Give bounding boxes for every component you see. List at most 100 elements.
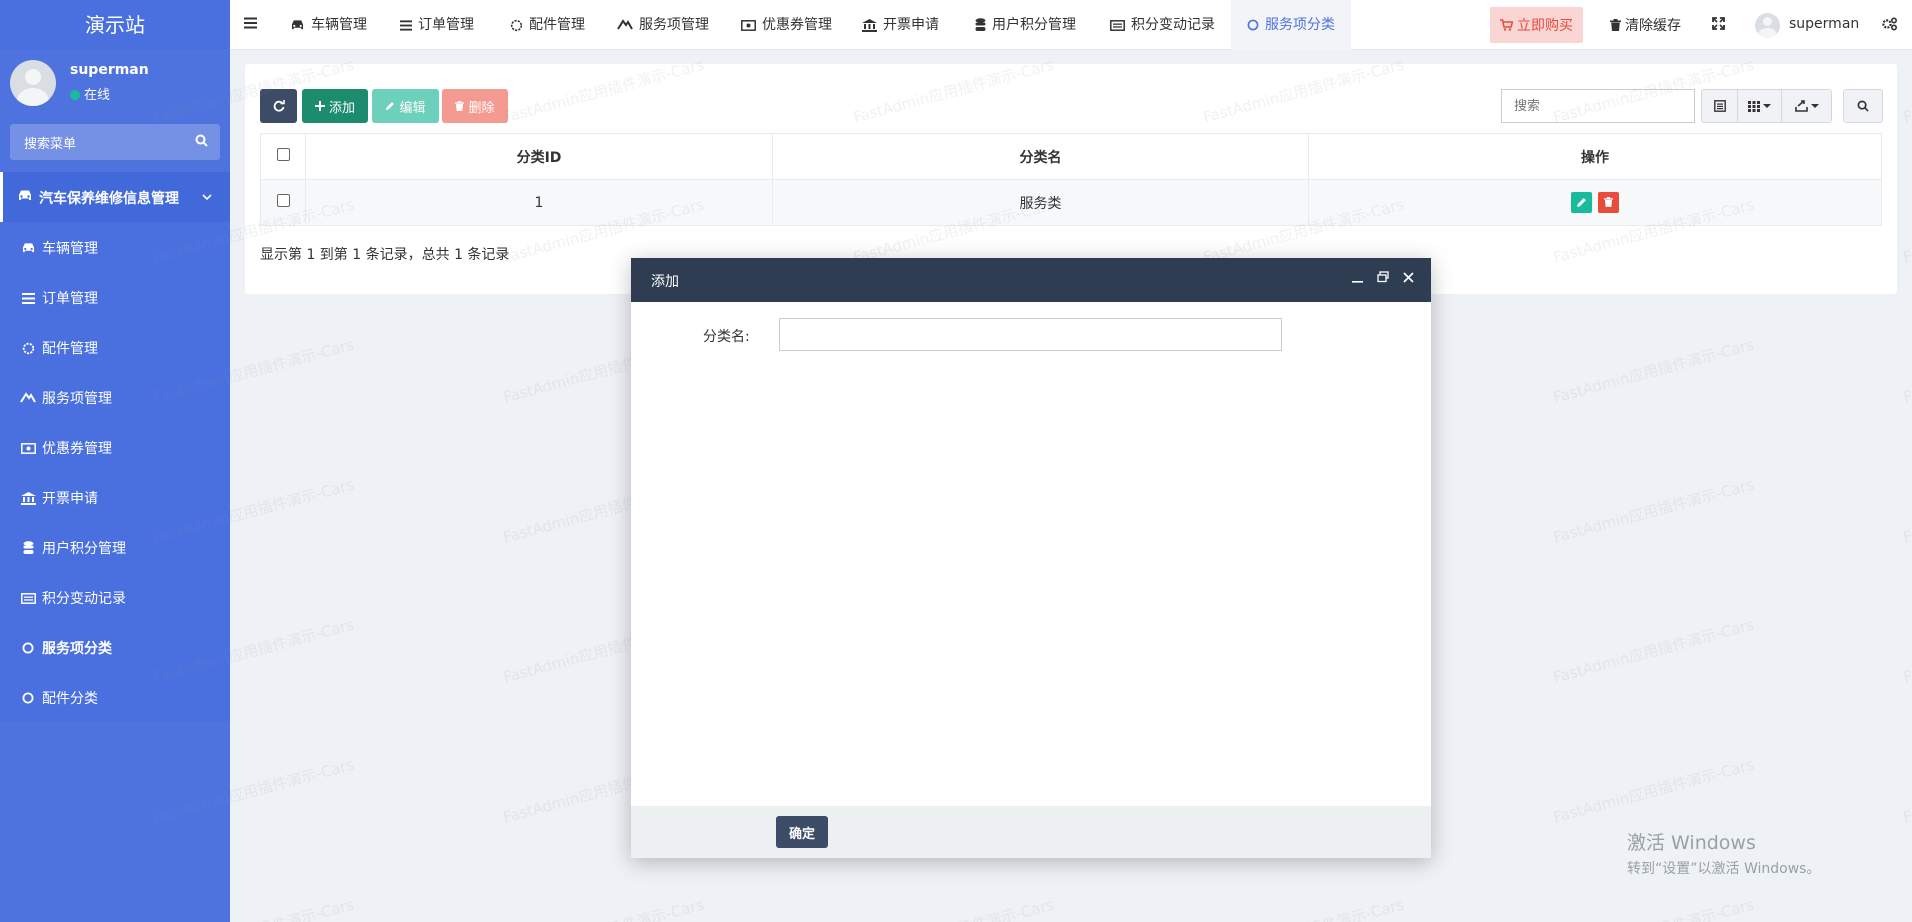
tab-user-points[interactable]: 用户积分管理 [975,0,1076,50]
sidebar-item-user-points[interactable]: 用户积分管理 [0,522,230,572]
select-all-cell [260,133,306,180]
column-header-actions: 操作 [1308,133,1882,180]
tab-points-log[interactable]: 积分变动记录 [1110,0,1215,50]
buy-now-button[interactable]: 立即购买 [1490,7,1583,43]
tab-label: 开票申请 [883,17,939,33]
sidebar-item-label: 开票申请 [42,491,98,507]
caret-down-icon [1763,104,1771,108]
menu-toggle-icon[interactable] [244,17,257,33]
avatar [10,60,56,106]
tab-label: 积分变动记录 [1131,17,1215,33]
toggle-view-button[interactable] [1701,89,1738,123]
watermark-text: FastAdmin应用插件演示-Cars [1901,615,1912,687]
category-name-input[interactable] [779,318,1282,351]
plus-icon [314,101,325,111]
confirm-button[interactable]: 确定 [776,816,828,848]
submenu: 车辆管理 订单管理 配件管理 服务项管理 优惠券管理 开票申请 用户积分管理 积… [0,222,230,722]
menu-search-input[interactable]: 搜索菜单 [24,133,76,152]
minimize-icon[interactable] [1352,271,1363,287]
sidebar-item-parts[interactable]: 配件管理 [0,322,230,372]
menu-group-label: 汽车保养维修信息管理 [39,191,179,207]
sidebar-item-service-category[interactable]: 服务项分类 [0,622,230,672]
sidebar-item-coupons[interactable]: 优惠券管理 [0,422,230,472]
buy-now-label: 立即购买 [1517,18,1573,34]
user-name: superman [70,62,149,78]
search-input[interactable] [1501,89,1695,123]
sidebar-item-vehicles[interactable]: 车辆管理 [0,222,230,272]
watermark-text: FastAdmin应用插件演示-Cars [501,894,706,922]
watermark-text: FastAdmin应用插件演示-Cars [1901,55,1912,127]
list-alt-icon [1713,100,1726,112]
clear-cache-button[interactable]: 清除缓存 [1610,0,1681,50]
pencil-icon [386,102,395,110]
add-label: 添加 [328,100,355,116]
maximize-icon[interactable] [1377,271,1389,287]
tab-label: 优惠券管理 [762,17,832,33]
record-icon [1110,19,1125,31]
tab-label: 车辆管理 [311,17,367,33]
close-icon[interactable] [1403,271,1414,287]
row-select-cell [260,179,306,226]
sidebar-item-label: 服务项分类 [42,641,112,657]
sidebar-item-label: 用户积分管理 [42,541,126,557]
menu-group-car-maintenance[interactable]: 汽车保养维修信息管理 [0,172,230,222]
search-icon [1857,100,1869,112]
tab-vehicles[interactable]: 车辆管理 [290,0,367,50]
list-icon [400,19,412,31]
tab-invoice[interactable]: 开票申请 [862,0,939,50]
chevron-down-icon [202,189,212,205]
trash-icon [1604,197,1614,207]
tab-orders[interactable]: 订单管理 [400,0,474,50]
search-icon[interactable] [195,134,208,151]
sidebar-item-parts-category[interactable]: 配件分类 [0,672,230,722]
tab-parts[interactable]: 配件管理 [510,0,585,50]
bank-icon [20,490,36,506]
watermark-text: FastAdmin应用插件演示-Cars [1551,894,1756,922]
tab-service-category[interactable]: 服务项分类 [1231,0,1351,50]
gears-icon[interactable] [1882,17,1898,35]
row-delete-button[interactable] [1598,192,1620,213]
columns-button[interactable] [1737,89,1782,123]
brand-logo[interactable]: 演示站 [0,0,230,50]
sidebar-item-label: 优惠券管理 [42,441,112,457]
navbar-avatar[interactable] [1755,13,1780,38]
row-edit-button[interactable] [1570,192,1592,213]
sidebar-item-points-log[interactable]: 积分变动记录 [0,572,230,622]
grid-icon [1748,100,1760,112]
menu-search[interactable]: 搜索菜单 [10,124,220,160]
watermark-text: FastAdmin应用插件演示-Cars [851,894,1056,922]
select-all-checkbox[interactable] [276,148,290,161]
user-panel: superman 在线 [0,50,230,116]
fullscreen-icon[interactable] [1712,17,1725,34]
dialog-header[interactable]: 添加 [631,258,1431,302]
row-checkbox[interactable] [276,194,290,207]
watermark-text: FastAdmin应用插件演示-Cars [1901,195,1912,267]
edit-button[interactable]: 编辑 [372,89,439,123]
column-header-name[interactable]: 分类名 [772,133,1309,180]
watermark-text: FastAdmin应用插件演示-Cars [1901,755,1912,827]
sidebar-item-services[interactable]: 服务项管理 [0,372,230,422]
delete-button[interactable]: 删除 [442,89,508,123]
online-dot-icon [70,90,80,100]
add-button[interactable]: 添加 [302,89,368,123]
sidebar-item-invoice[interactable]: 开票申请 [0,472,230,522]
table-row[interactable]: 1 服务类 [260,179,1882,226]
export-button[interactable] [1781,89,1832,123]
tool-icon [20,390,36,406]
navbar-user-name[interactable]: superman [1789,16,1859,32]
sidebar-item-label: 车辆管理 [42,241,98,257]
pagination-info: 显示第 1 到第 1 条记录，总共 1 条记录 [260,247,510,263]
column-header-id[interactable]: 分类ID [305,133,773,180]
watermark-text: FastAdmin应用插件演示-Cars [1901,335,1912,407]
trash-icon [1610,19,1621,31]
pencil-icon [1576,198,1586,207]
tab-services[interactable]: 服务项管理 [617,0,709,50]
advanced-search-button[interactable] [1843,89,1883,123]
windows-activation-hint: 转到“设置”以激活 Windows。 [1627,861,1821,877]
tab-coupons[interactable]: 优惠券管理 [741,0,832,50]
refresh-button[interactable] [260,89,297,123]
watermark-text: FastAdmin应用插件演示-Cars [1551,475,1756,547]
cart-icon [1500,19,1513,31]
sidebar-item-orders[interactable]: 订单管理 [0,272,230,322]
sidebar-item-label: 服务项管理 [42,391,112,407]
